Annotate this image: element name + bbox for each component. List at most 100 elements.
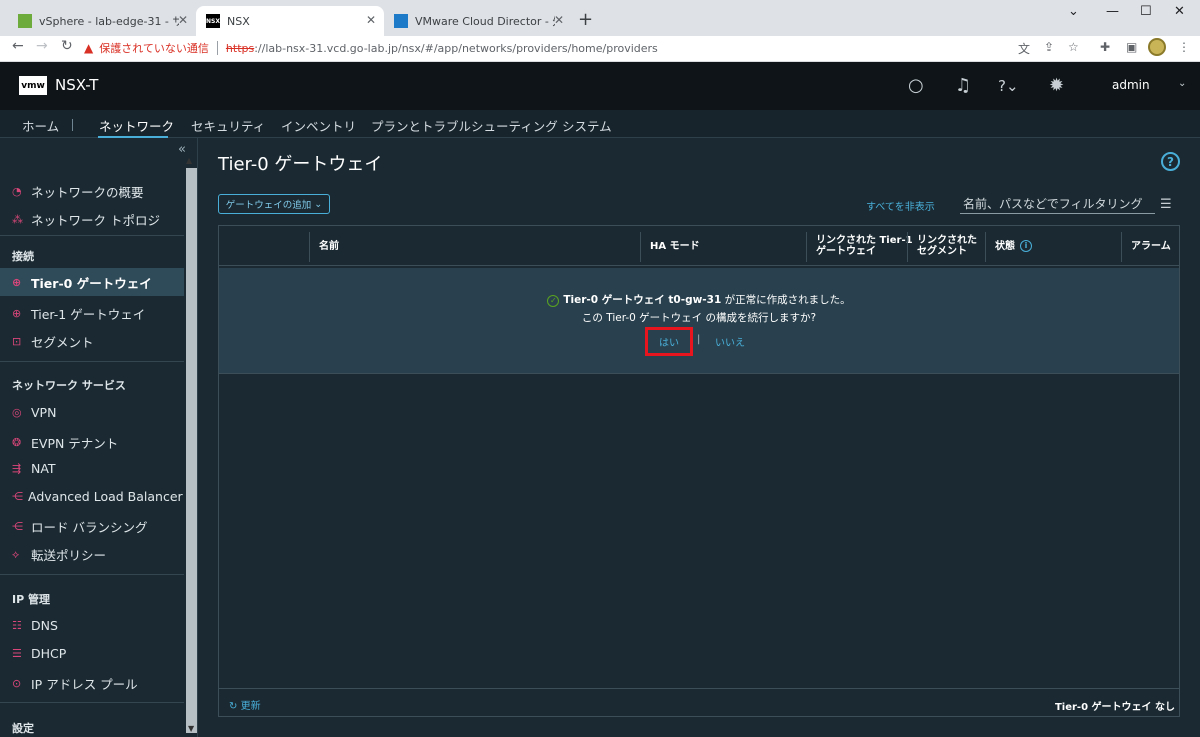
sidebar-item-advanced-load-balancer[interactable]: ⋲ Advanced Load Balancer (12, 489, 183, 504)
tab-networking[interactable]: ネットワーク (99, 116, 174, 135)
chevron-down-icon: ⌄ (314, 198, 323, 210)
vmware-logo: vmw (19, 76, 47, 95)
refresh-icon: ↻ (229, 701, 238, 712)
filter-input[interactable] (960, 194, 1155, 214)
menu-icon[interactable]: ⋮ (1178, 40, 1190, 54)
sidebar-item-tier1-gateway[interactable]: ⊕ Tier-1 ゲートウェイ (12, 304, 182, 323)
dhcp-icon: ☰ (12, 647, 22, 660)
forward-button[interactable]: → (36, 38, 48, 54)
chevron-down-icon[interactable]: ⌄ (1178, 78, 1186, 89)
evpn-icon: ❂ (12, 436, 22, 449)
divider (216, 41, 218, 55)
column-alarm[interactable]: アラーム (1121, 226, 1171, 266)
browser-tab-vsphere[interactable]: vSphere - lab-edge-31 - サマリ ✕ (8, 6, 196, 36)
filter-icon[interactable]: ☰ (1160, 197, 1172, 212)
sidebar-item-vpn[interactable]: ◎ VPN (12, 405, 182, 420)
nsx-icon: NSX (206, 14, 220, 28)
help-icon[interactable]: ? (1161, 152, 1180, 171)
tab-system[interactable]: システム (562, 116, 612, 135)
theme-sun-icon[interactable]: ✹ (1049, 75, 1064, 96)
table-footer: ↻ 更新 Tier-0 ゲートウェイ なし (219, 688, 1179, 716)
hide-all-link[interactable]: すべてを非表示 (866, 198, 935, 213)
sidebar-item-segments[interactable]: ⊡ セグメント (12, 332, 182, 351)
column-name[interactable]: 名前 (309, 226, 339, 266)
browser-tab-nsx[interactable]: NSX NSX ✕ (196, 6, 384, 36)
close-icon[interactable]: ✕ (366, 13, 376, 27)
search-icon[interactable]: ○ (908, 75, 924, 96)
close-icon[interactable]: ✕ (178, 13, 188, 27)
sidebar-item-dhcp[interactable]: ☰ DHCP (12, 646, 182, 661)
tab-home[interactable]: ホーム (22, 116, 59, 135)
sidebar-section-connect: 接続 (12, 250, 34, 263)
profile-avatar[interactable] (1148, 38, 1166, 56)
scroll-down-arrow[interactable]: ▼ (188, 724, 194, 733)
divider (0, 235, 184, 236)
success-message: ✓ Tier-0 ゲートウェイ t0-gw-31 が正常に作成されました。 (219, 292, 1179, 307)
extensions-icon[interactable]: ✚ (1100, 40, 1110, 54)
sidebar-item-tier0-gateway[interactable]: ⊕ Tier-0 ゲートウェイ (0, 268, 184, 296)
tab-security[interactable]: セキュリティ (191, 116, 265, 135)
sidebar-scrollbar[interactable] (186, 168, 197, 733)
window-close-button[interactable]: ✕ (1174, 4, 1185, 19)
browser-toolbar: ← → ↻ ▲ 保護されていない通信 https ://lab-nsx-31.v… (0, 36, 1200, 62)
sidebar-item-ip-address-pool[interactable]: ⊙ IP アドレス プール (12, 674, 182, 693)
url-path: ://lab-nsx-31.vcd.go-lab.jp/nsx/#/app/ne… (254, 41, 658, 55)
dns-icon: ☷ (12, 619, 22, 632)
browser-tab-bar: vSphere - lab-edge-31 - サマリ ✕ NSX NSX ✕ … (0, 0, 1200, 36)
url-scheme: https (225, 41, 255, 55)
sidepanel-icon[interactable]: ▣ (1126, 40, 1137, 54)
share-icon[interactable]: ⇪ (1044, 40, 1054, 54)
minimize-button[interactable]: — (1106, 4, 1119, 19)
sidebar-item-network-overview[interactable]: ◔ ネットワークの概要 (12, 182, 182, 201)
app-header: vmw NSX-T ○ ♫ ?⌄ ✹ admin ⌄ (0, 62, 1200, 110)
load-balancer-icon: ⋲ (12, 490, 23, 503)
refresh-button[interactable]: ↻ 更新 (229, 697, 261, 712)
column-status[interactable]: 状態 i (985, 226, 1032, 266)
address-bar[interactable]: ▲ 保護されていない通信 https ://lab-nsx-31.vcd.go-… (84, 37, 994, 59)
success-notice: ✓ Tier-0 ゲートウェイ t0-gw-31 が正常に作成されました。 この … (219, 268, 1179, 374)
yes-button[interactable]: はい (645, 327, 693, 356)
info-icon[interactable]: i (1020, 240, 1032, 252)
gauge-icon: ◔ (12, 185, 22, 198)
close-icon[interactable]: ✕ (554, 13, 564, 27)
column-ha-mode[interactable]: HA モード (640, 226, 700, 266)
sidebar-item-forwarding-policy[interactable]: ⟡ 転送ポリシー (12, 545, 182, 564)
product-name: NSX-T (55, 76, 99, 94)
back-button[interactable]: ← (12, 38, 24, 54)
globe-icon: ⊕ (12, 307, 22, 320)
divider (0, 574, 184, 575)
tab-inventory[interactable]: インベントリ (281, 116, 356, 135)
sidebar-item-evpn-tenant[interactable]: ❂ EVPN テナント (12, 433, 182, 452)
page-title: Tier-0 ゲートウェイ (218, 154, 383, 175)
browser-tab-vcd[interactable]: VMware Cloud Director - 外部ネ ✕ (384, 6, 572, 36)
sidebar-item-network-topology[interactable]: ⁂ ネットワーク トポロジ (12, 210, 182, 229)
sidebar-item-dns[interactable]: ☷ DNS (12, 618, 182, 633)
bell-icon[interactable]: ♫ (955, 75, 971, 96)
vmware-icon (394, 14, 408, 28)
sidebar-item-nat[interactable]: ⇶ NAT (12, 461, 182, 476)
sidebar-section-network-services: ネットワーク サービス (12, 379, 126, 392)
column-linked-segments[interactable]: リンクされた セグメント (907, 226, 977, 266)
topology-icon: ⁂ (12, 213, 23, 226)
collapse-sidebar-icon[interactable]: « (178, 142, 186, 157)
translate-icon[interactable]: 文 (1018, 40, 1030, 57)
sidebar-item-load-balancing[interactable]: ⋲ ロード バランシング (12, 517, 182, 536)
tab-search-icon[interactable]: ⌄ (1068, 4, 1079, 19)
nat-icon: ⇶ (12, 462, 22, 475)
add-gateway-button[interactable]: ゲートウェイの追加 ⌄ (218, 194, 330, 214)
help-menu-icon[interactable]: ?⌄ (998, 77, 1019, 95)
reload-button[interactable]: ↻ (61, 38, 73, 54)
new-tab-button[interactable]: + (578, 9, 593, 30)
item-count: Tier-0 ゲートウェイ なし (1054, 702, 1175, 713)
link-separator: | (697, 334, 701, 345)
tab-plan-troubleshoot[interactable]: プランとトラブルシューティング (371, 116, 558, 135)
user-menu[interactable]: admin (1112, 78, 1150, 92)
column-linked-tier1[interactable]: リンクされた Tier-1 ゲートウェイ (806, 226, 913, 266)
bookmark-star-icon[interactable]: ☆ (1068, 40, 1079, 54)
warning-icon: ▲ (84, 41, 94, 55)
no-button[interactable]: いいえ (715, 334, 745, 349)
maximize-button[interactable]: ☐ (1140, 4, 1152, 19)
gateway-table: 名前 HA モード リンクされた Tier-1 ゲートウェイ リンクされた セグ… (218, 225, 1180, 717)
scroll-up-arrow[interactable]: ▲ (186, 156, 192, 165)
security-warning[interactable]: 保護されていない通信 (99, 40, 209, 56)
